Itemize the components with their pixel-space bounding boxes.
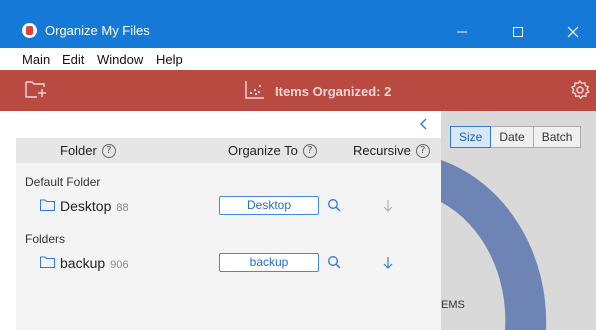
add-folder-icon[interactable] (24, 79, 48, 99)
app-icon (22, 23, 37, 38)
menu-bar: Main Edit Window Help (0, 48, 596, 70)
folder-panel: Folder ? Organize To ? Recursive ? Defau… (16, 111, 441, 330)
folder-icon (40, 256, 55, 268)
menu-main[interactable]: Main (22, 52, 50, 67)
column-organize-to-label: Organize To (228, 143, 298, 158)
maximize-button[interactable] (495, 16, 541, 48)
arrow-down-icon[interactable] (382, 199, 394, 213)
folder-name-text: backup (60, 255, 106, 271)
folder-count: 906 (110, 259, 129, 271)
column-folder[interactable]: Folder ? (60, 143, 116, 158)
section-default-folder: Default Folder (25, 175, 101, 189)
list-item[interactable]: Desktop 88 Desktop (16, 193, 441, 219)
folder-name-text: Desktop (60, 198, 112, 214)
column-recursive-label: Recursive (353, 143, 411, 158)
search-icon[interactable] (327, 198, 341, 212)
help-icon[interactable]: ? (101, 143, 116, 158)
minimize-icon (457, 31, 467, 33)
tab-date[interactable]: Date (490, 126, 534, 148)
folder-list: Default Folder Desktop 88 Desktop Folders… (16, 163, 441, 330)
menu-help[interactable]: Help (156, 52, 183, 67)
folder-count: 88 (116, 202, 129, 214)
column-folder-label: Folder (60, 143, 97, 158)
help-icon[interactable]: ? (415, 143, 430, 158)
tab-size[interactable]: Size (450, 126, 492, 148)
gear-icon[interactable] (569, 79, 591, 101)
close-button[interactable] (550, 16, 596, 48)
folder-name: Desktop 88 (60, 198, 129, 214)
chevron-left-icon[interactable] (418, 117, 430, 131)
toolbar: Items Organized: 2 (0, 70, 596, 111)
destination-field[interactable]: Desktop (219, 196, 319, 215)
destination-field[interactable]: backup (219, 253, 319, 272)
maximize-icon (513, 27, 523, 37)
arrow-down-icon[interactable] (382, 256, 394, 270)
chart-label: EMS (441, 299, 465, 311)
column-recursive[interactable]: Recursive ? (353, 143, 430, 158)
menu-window[interactable]: Window (97, 52, 143, 67)
items-organized-label: Items Organized: 2 (275, 84, 392, 99)
help-icon[interactable]: ? (302, 143, 317, 158)
folder-name: backup 906 (60, 255, 129, 271)
column-organize-to[interactable]: Organize To ? (228, 143, 317, 158)
window-title: Organize My Files (45, 23, 150, 38)
minimize-button[interactable] (439, 16, 485, 48)
column-header: Folder ? Organize To ? Recursive ? (16, 138, 441, 163)
search-icon[interactable] (327, 255, 341, 269)
title-bar: Organize My Files (0, 0, 596, 48)
close-icon (567, 26, 579, 38)
section-folders: Folders (25, 232, 66, 246)
tab-batch[interactable]: Batch (532, 126, 582, 148)
menu-edit[interactable]: Edit (62, 52, 84, 67)
folder-icon (40, 199, 55, 211)
stats-icon (245, 81, 264, 99)
list-item[interactable]: backup 906 backup (16, 250, 441, 276)
view-tabs: Size Date Batch (450, 126, 582, 148)
